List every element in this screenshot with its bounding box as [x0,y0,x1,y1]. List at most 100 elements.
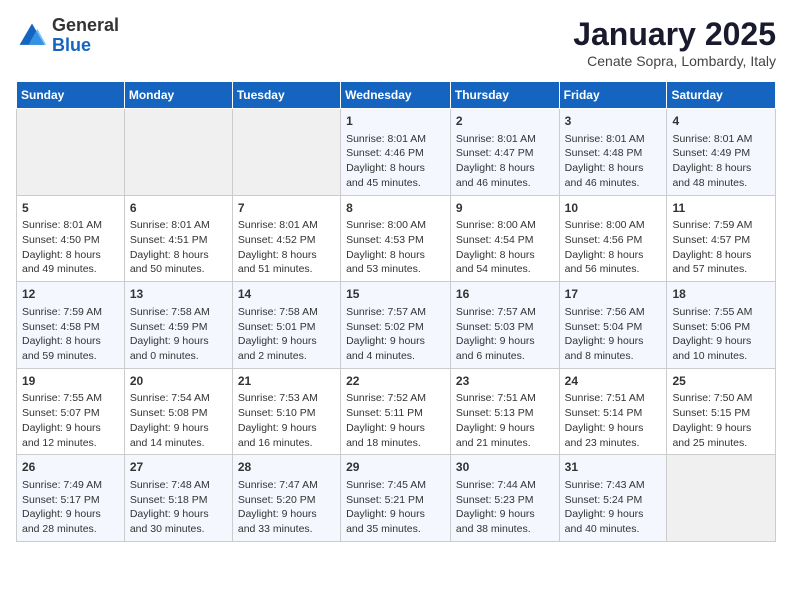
day-info: Daylight: 8 hours and 49 minutes. [22,248,119,277]
calendar-cell: 17Sunrise: 7:56 AMSunset: 5:04 PMDayligh… [559,282,667,369]
calendar-header-row: SundayMondayTuesdayWednesdayThursdayFrid… [17,82,776,109]
day-info: Daylight: 9 hours and 18 minutes. [346,421,445,450]
day-info: Daylight: 9 hours and 2 minutes. [238,334,335,363]
day-info: Sunrise: 7:59 AM [22,305,119,320]
day-number: 28 [238,459,335,476]
day-number: 5 [22,200,119,217]
calendar-cell: 27 Sunrise: 7:48 AMSunset: 5:18 PMDayligh… [124,455,232,542]
calendar-week-row: 26Sunrise: 7:49 AMSunset: 5:17 PMDayligh… [17,455,776,542]
calendar-cell: 23Sunrise: 7:51 AMSunset: 5:13 PMDayligh… [450,368,559,455]
day-info: Sunrise: 7:57 AM [346,305,445,320]
day-info: Sunrise: 7:51 AM [565,391,662,406]
day-info: Daylight: 9 hours and 38 minutes. [456,507,554,536]
calendar-table: SundayMondayTuesdayWednesdayThursdayFrid… [16,81,776,542]
day-header-sunday: Sunday [17,82,125,109]
day-info: Sunset: 5:11 PM [346,406,445,421]
day-info: Sunrise: 7:50 AM [672,391,770,406]
day-info: Sunrise: 8:01 AM [346,132,445,147]
title-block: January 2025 Cenate Sopra, Lombardy, Ita… [573,16,776,69]
day-number: 30 [456,459,554,476]
day-number: 23 [456,373,554,390]
day-info: Sunset: 4:46 PM [346,146,445,161]
day-number: 24 [565,373,662,390]
day-info: Sunrise: 7:53 AM [238,391,335,406]
day-info: Sunrise: 8:00 AM [565,218,662,233]
day-info: Sunset: 5:08 PM [130,406,227,421]
day-info: Sunset: 5:04 PM [565,320,662,335]
calendar-cell: 30Sunrise: 7:44 AMSunset: 5:23 PMDayligh… [450,455,559,542]
calendar-cell: 14Sunrise: 7:58 AMSunset: 5:01 PMDayligh… [232,282,340,369]
day-number: 4 [672,113,770,130]
day-info: Daylight: 8 hours and 57 minutes. [672,248,770,277]
day-info: Sunrise: 7:45 AM [346,478,445,493]
day-info: Daylight: 8 hours and 46 minutes. [456,161,554,190]
day-info: Sunset: 4:50 PM [22,233,119,248]
day-info: Sunset: 5:03 PM [456,320,554,335]
day-info: Sunset: 5:20 PM [238,493,335,508]
day-number: 11 [672,200,770,217]
calendar-cell: 9Sunrise: 8:00 AMSunset: 4:54 PMDaylight… [450,195,559,282]
day-info: Sunrise: 8:00 AM [346,218,445,233]
day-info: Daylight: 9 hours and 21 minutes. [456,421,554,450]
day-info: Sunset: 5:02 PM [346,320,445,335]
day-number: 31 [565,459,662,476]
logo: General Blue [16,16,119,56]
day-info: Sunset: 4:47 PM [456,146,554,161]
month-title: January 2025 [573,16,776,53]
day-info: Daylight: 8 hours and 56 minutes. [565,248,662,277]
calendar-cell [232,109,340,196]
day-number: 2 [456,113,554,130]
day-info: Sunset: 4:49 PM [672,146,770,161]
day-info: Daylight: 9 hours and 35 minutes. [346,507,445,536]
day-info: Sunset: 5:07 PM [22,406,119,421]
day-info: Daylight: 9 hours and 30 minutes. [130,507,227,536]
day-info: Sunrise: 7:48 AM [130,478,227,493]
calendar-cell: 21Sunrise: 7:53 AMSunset: 5:10 PMDayligh… [232,368,340,455]
day-info: Sunset: 4:56 PM [565,233,662,248]
day-number: 1 [346,113,445,130]
day-info: Sunrise: 7:43 AM [565,478,662,493]
day-number: 27 [130,459,227,476]
day-number: 13 [130,286,227,303]
day-info: Sunrise: 8:00 AM [456,218,554,233]
day-number: 7 [238,200,335,217]
day-number: 12 [22,286,119,303]
day-number: 29 [346,459,445,476]
calendar-cell [124,109,232,196]
day-number: 10 [565,200,662,217]
page-header: General Blue January 2025 Cenate Sopra, … [16,16,776,69]
day-header-saturday: Saturday [667,82,776,109]
day-info: Sunset: 4:59 PM [130,320,227,335]
day-info: Sunrise: 7:56 AM [565,305,662,320]
day-info: Daylight: 9 hours and 25 minutes. [672,421,770,450]
calendar-cell: 18Sunrise: 7:55 AMSunset: 5:06 PMDayligh… [667,282,776,369]
day-info: Daylight: 9 hours and 16 minutes. [238,421,335,450]
day-info: Sunset: 5:24 PM [565,493,662,508]
day-number: 14 [238,286,335,303]
day-info: Daylight: 9 hours and 8 minutes. [565,334,662,363]
day-info: Daylight: 8 hours and 46 minutes. [565,161,662,190]
day-info: Sunrise: 7:55 AM [22,391,119,406]
day-number: 6 [130,200,227,217]
calendar-week-row: 1 Sunrise: 8:01 AMSunset: 4:46 PM Daylight… [17,109,776,196]
day-info: Daylight: 9 hours and 14 minutes. [130,421,227,450]
logo-general: General [52,15,119,35]
calendar-cell [17,109,125,196]
day-info: Daylight: 8 hours and 51 minutes. [238,248,335,277]
day-info: Sunrise: 8:01 AM [130,218,227,233]
calendar-week-row: 19Sunrise: 7:55 AMSunset: 5:07 PMDayligh… [17,368,776,455]
calendar-cell: 3Sunrise: 8:01 AMSunset: 4:48 PMDaylight… [559,109,667,196]
calendar-cell: 7Sunrise: 8:01 AMSunset: 4:52 PMDaylight… [232,195,340,282]
day-number: 22 [346,373,445,390]
day-number: 8 [346,200,445,217]
day-number: 25 [672,373,770,390]
day-info: Sunset: 5:10 PM [238,406,335,421]
day-info: Sunset: 4:48 PM [565,146,662,161]
calendar-cell: 12Sunrise: 7:59 AMSunset: 4:58 PMDayligh… [17,282,125,369]
day-info: Sunset: 5:01 PM [238,320,335,335]
calendar-cell: 20Sunrise: 7:54 AMSunset: 5:08 PMDayligh… [124,368,232,455]
day-info: Sunset: 5:18 PM [130,493,227,508]
day-info: Sunrise: 7:54 AM [130,391,227,406]
day-info: Daylight: 8 hours and 53 minutes. [346,248,445,277]
day-info: Sunrise: 8:01 AM [22,218,119,233]
